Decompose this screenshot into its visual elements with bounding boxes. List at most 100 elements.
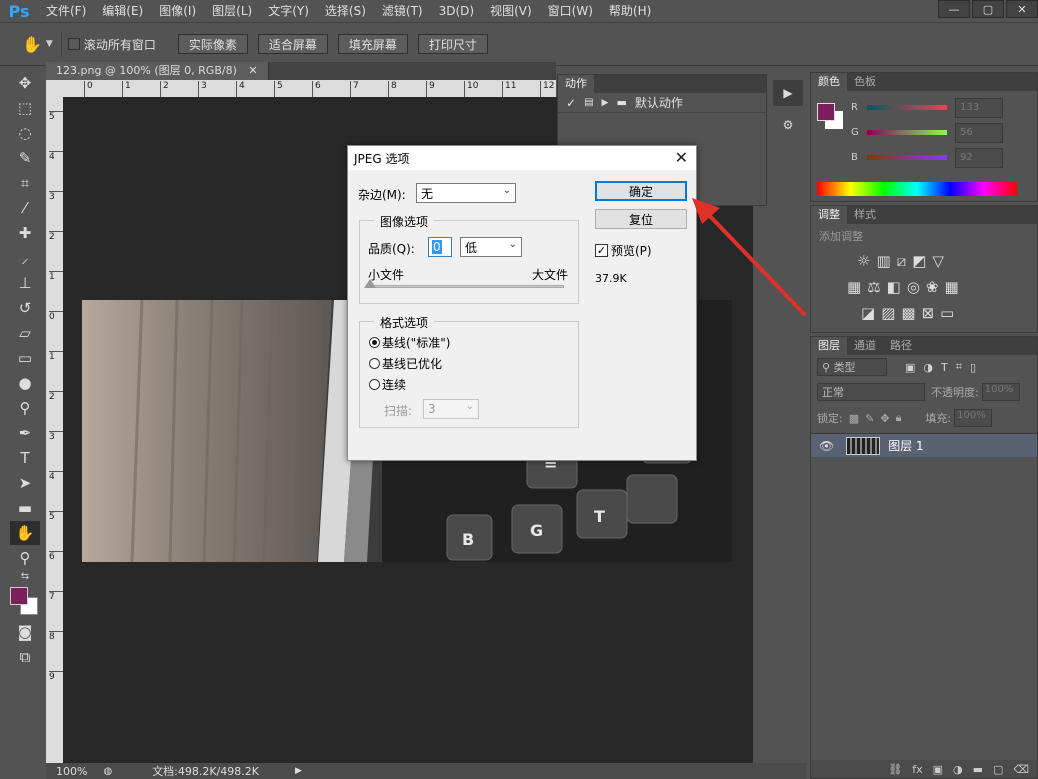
maximize-button[interactable]: ▢: [972, 0, 1004, 18]
tab-actions[interactable]: 动作: [558, 75, 594, 93]
format-optimized-radio[interactable]: 基线已优化: [369, 355, 442, 372]
g-value[interactable]: 56: [955, 122, 1003, 143]
ok-button[interactable]: 确定: [595, 181, 687, 201]
color-swatches[interactable]: [8, 585, 42, 619]
menu-edit[interactable]: 编辑(E): [94, 0, 151, 22]
levels-icon[interactable]: ▥: [876, 252, 890, 270]
layer-name[interactable]: 图层 1: [888, 437, 923, 454]
history-brush-tool-icon[interactable]: ↺: [10, 296, 40, 320]
quality-preset-select[interactable]: 低 ⌄: [460, 237, 522, 257]
fill-input[interactable]: 100%: [954, 409, 993, 427]
tab-styles[interactable]: 样式: [847, 206, 883, 224]
color-balance-icon[interactable]: ⚖: [867, 278, 880, 296]
menu-select[interactable]: 选择(S): [317, 0, 374, 22]
link-icon[interactable]: ⛓: [888, 763, 902, 776]
type-tool-icon[interactable]: T: [10, 446, 40, 470]
actual-pixels-button[interactable]: 实际像素: [177, 34, 248, 54]
tab-channels[interactable]: 通道: [847, 337, 883, 355]
menu-view[interactable]: 视图(V): [482, 0, 540, 22]
blur-tool-icon[interactable]: ●: [10, 371, 40, 395]
tab-paths[interactable]: 路径: [883, 337, 919, 355]
hand-tool-icon[interactable]: ✋: [10, 521, 40, 545]
history-panel-icon[interactable]: ⚙: [773, 112, 803, 138]
hue-sat-icon[interactable]: ▦: [847, 278, 861, 296]
photo-filter-icon[interactable]: ◎: [907, 278, 920, 296]
color-lookup-icon[interactable]: ▦: [945, 278, 959, 296]
radio-icon[interactable]: [369, 379, 380, 390]
menu-filter[interactable]: 滤镜(T): [374, 0, 431, 22]
fx-icon[interactable]: fx: [912, 763, 922, 776]
opacity-input[interactable]: 100%: [981, 383, 1020, 401]
exposure-icon[interactable]: ◩: [912, 252, 926, 270]
hand-tool-icon[interactable]: ✋: [22, 35, 42, 54]
fill-screen-button[interactable]: 填充屏幕: [337, 34, 408, 54]
filter-type-icon[interactable]: T: [941, 361, 948, 374]
swap-colors-icon[interactable]: ⇆: [8, 571, 42, 585]
filter-smart-icon[interactable]: ▯: [970, 361, 976, 374]
layer-filter-select[interactable]: ⚲ 类型: [817, 358, 887, 376]
screen-mode-icon[interactable]: ⧉: [10, 645, 40, 669]
expand-triangle-icon[interactable]: ▶: [602, 98, 609, 108]
layer-row[interactable]: 👁︎ 图层 1: [811, 433, 1037, 457]
lasso-tool-icon[interactable]: ◌: [10, 121, 40, 145]
format-progressive-radio[interactable]: 连续: [369, 376, 406, 393]
lock-transparent-icon[interactable]: ▩: [849, 412, 859, 425]
path-select-tool-icon[interactable]: ➤: [10, 471, 40, 495]
lock-all-icon[interactable]: 🔒︎: [896, 411, 902, 425]
curves-icon[interactable]: ⧄: [897, 252, 907, 270]
gradient-tool-icon[interactable]: ▭: [10, 346, 40, 370]
quality-slider-thumb[interactable]: [364, 279, 376, 288]
marquee-tool-icon[interactable]: ⬚: [10, 96, 40, 120]
lock-move-icon[interactable]: ✥: [880, 412, 889, 425]
selective-color-icon[interactable]: ⊠: [922, 304, 935, 322]
dodge-tool-icon[interactable]: ⚲: [10, 396, 40, 420]
panel-fg-swatch[interactable]: [817, 103, 835, 121]
r-slider[interactable]: [867, 105, 947, 110]
gradient-map-icon[interactable]: ▭: [940, 304, 954, 322]
matte-select[interactable]: 无 ⌄: [416, 183, 516, 203]
new-layer-icon[interactable]: ▢: [993, 763, 1003, 776]
color-spectrum[interactable]: [817, 182, 1017, 196]
preview-checkbox-row[interactable]: ✓ 预览(P): [595, 242, 652, 259]
adjustment-layer-icon[interactable]: ◑: [953, 763, 963, 776]
reset-button[interactable]: 复位: [595, 209, 687, 229]
quick-mask-icon[interactable]: ◙: [10, 620, 40, 644]
b-slider[interactable]: [867, 155, 947, 160]
move-tool-icon[interactable]: ✥: [10, 71, 40, 95]
quick-select-tool-icon[interactable]: ✎: [10, 146, 40, 170]
menu-type[interactable]: 文字(Y): [260, 0, 317, 22]
close-icon[interactable]: ✕: [675, 148, 688, 167]
b-value[interactable]: 92: [955, 147, 1003, 168]
tab-adjustments[interactable]: 调整: [811, 206, 847, 224]
healing-brush-tool-icon[interactable]: ✚: [10, 221, 40, 245]
action-set-row[interactable]: ✓ ▤ ▶ ▬ 默认动作: [558, 93, 766, 113]
format-baseline-radio[interactable]: 基线("标准"): [369, 334, 450, 351]
close-button[interactable]: ✕: [1006, 0, 1038, 18]
minimize-button[interactable]: —: [938, 0, 970, 18]
scans-select[interactable]: 3 ⌄: [423, 399, 479, 419]
threshold-icon[interactable]: ▩: [901, 304, 915, 322]
tab-color[interactable]: 颜色: [811, 73, 847, 91]
invert-icon[interactable]: ◪: [861, 304, 875, 322]
tab-layers[interactable]: 图层: [811, 337, 847, 355]
vibrance-icon[interactable]: ▽: [932, 252, 944, 270]
crop-tool-icon[interactable]: ⌗: [10, 171, 40, 195]
menu-image[interactable]: 图像(I): [151, 0, 204, 22]
close-icon[interactable]: ✕: [248, 64, 257, 77]
menu-3d[interactable]: 3D(D): [431, 0, 482, 22]
brightness-icon[interactable]: ☼: [857, 252, 870, 270]
menu-file[interactable]: 文件(F): [38, 0, 94, 22]
bw-icon[interactable]: ◧: [887, 278, 901, 296]
status-menu-arrow-icon[interactable]: ▶: [295, 766, 302, 776]
menu-window[interactable]: 窗口(W): [540, 0, 601, 22]
filter-pixel-icon[interactable]: ▣: [905, 361, 915, 374]
eye-icon[interactable]: 👁︎: [819, 439, 834, 453]
eraser-tool-icon[interactable]: ▱: [10, 321, 40, 345]
menu-help[interactable]: 帮助(H): [601, 0, 659, 22]
scroll-all-checkbox[interactable]: [67, 38, 80, 50]
blend-mode-select[interactable]: 正常: [817, 383, 925, 401]
menu-layer[interactable]: 图层(L): [204, 0, 260, 22]
play-panel-icon[interactable]: ▶: [773, 80, 803, 106]
zoom-tool-icon[interactable]: ⚲: [10, 546, 40, 570]
quality-input[interactable]: 0: [428, 237, 452, 257]
